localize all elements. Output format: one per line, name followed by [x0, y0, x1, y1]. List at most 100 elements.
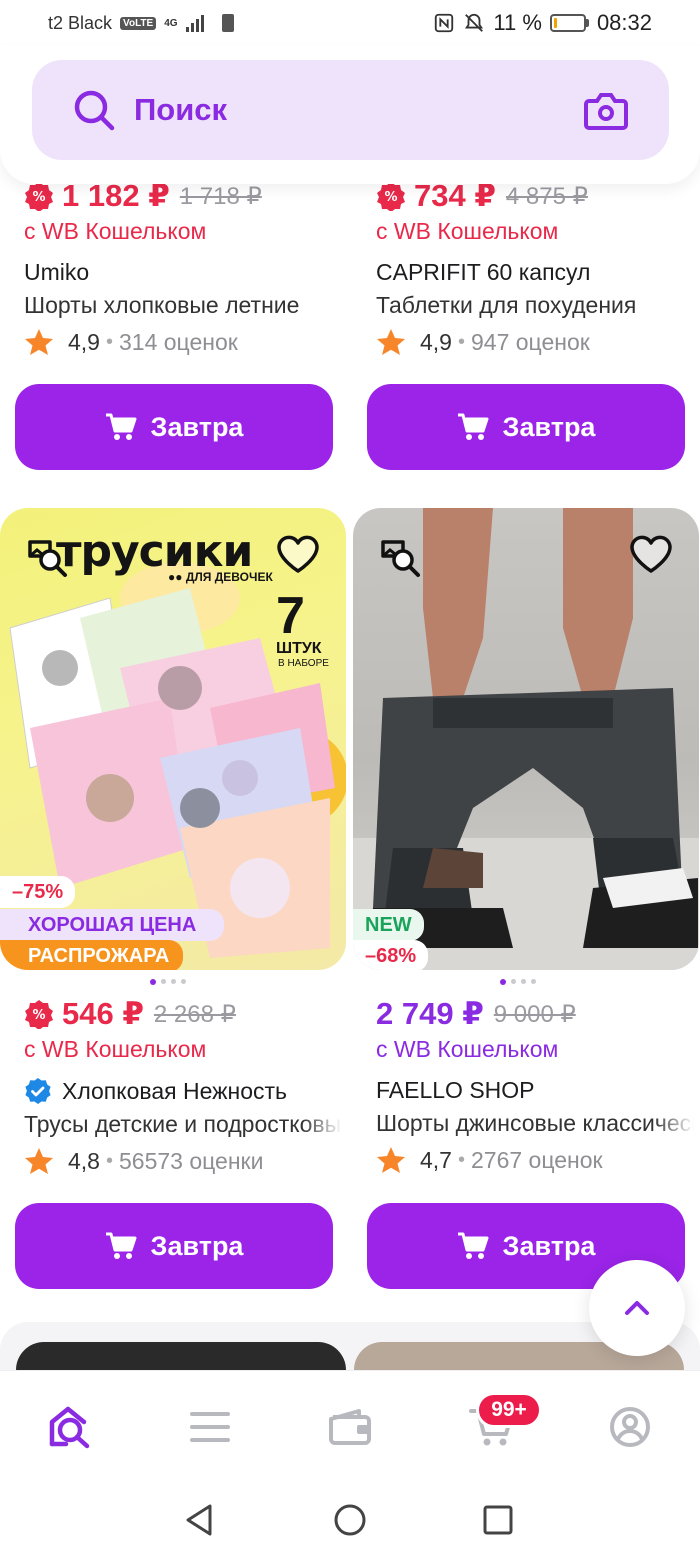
- nav-catalog[interactable]: [186, 1403, 234, 1451]
- rating-separator: •: [105, 1149, 113, 1172]
- similar-search-icon[interactable]: [379, 536, 421, 578]
- rating: 4,8 • 56573 оценки: [24, 1146, 342, 1176]
- battery-icon: [549, 14, 589, 32]
- cart-count-badge: 99+: [476, 1392, 542, 1428]
- good-price-tag: ХОРОШАЯ ЦЕНА: [0, 909, 225, 941]
- add-to-cart-button[interactable]: Завтра: [15, 1203, 333, 1289]
- mute-icon: [465, 13, 484, 32]
- home-circle-icon[interactable]: [332, 1502, 368, 1538]
- rating-separator: •: [457, 330, 465, 353]
- favorite-heart-icon[interactable]: [276, 534, 320, 574]
- battery-alert-icon: [221, 14, 234, 32]
- favorite-heart-icon[interactable]: [629, 534, 673, 574]
- brand-text: FAELLO SHOP: [376, 1077, 535, 1103]
- add-to-cart-button[interactable]: Завтра: [367, 384, 685, 470]
- network-type: 4G: [164, 17, 178, 29]
- brand-text: Umiko: [24, 259, 90, 285]
- svg-text:%: %: [32, 1008, 45, 1023]
- brand-text: Хлопковая Нежность: [62, 1077, 288, 1104]
- svg-text:%: %: [384, 190, 397, 205]
- rating-value: 4,9: [420, 328, 452, 355]
- star-icon: [25, 329, 53, 355]
- image-pager: [150, 979, 186, 985]
- rating: 4,9 • 947 оценок: [376, 327, 694, 357]
- wallet-icon: [329, 1409, 371, 1445]
- nav-profile[interactable]: [606, 1403, 654, 1451]
- rating-value: 4,8: [68, 1147, 100, 1174]
- recents-icon[interactable]: [480, 1502, 516, 1538]
- scroll-to-top-button[interactable]: [589, 1260, 685, 1356]
- reviews-count: 2767 оценок: [471, 1146, 603, 1173]
- rating: 4,9 • 314 оценок: [24, 327, 342, 357]
- status-bar: t2 Black VoLTE 4G 11 % 08:32: [0, 0, 700, 46]
- search-placeholder: Поиск: [134, 92, 228, 127]
- nfc-icon: [435, 13, 454, 33]
- old-price: 9 000 ₽: [493, 1000, 576, 1028]
- profile-icon: [610, 1407, 650, 1447]
- system-navigation: [0, 1488, 700, 1556]
- discount-badge-icon: %: [25, 1000, 53, 1029]
- product-card-1[interactable]: % 1 182 ₽ 1 718 ₽ с WB Кошельком Umiko Ш…: [24, 176, 342, 357]
- price-row: 2 749 ₽ 9 000 ₽: [376, 994, 694, 1034]
- product-image-3[interactable]: трусики ●● ДЛЯ ДЕВОЧЕК 7 ШТУК В НАБОРЕ –…: [0, 508, 346, 970]
- button-label: Завтра: [150, 1230, 244, 1261]
- product-title: Шорты джинсовые классические: [376, 1110, 694, 1137]
- brand-text: CAPRIFIT 60 капсул: [376, 259, 591, 285]
- image-count-sub: В НАБОРЕ: [278, 658, 329, 669]
- nav-wallet[interactable]: [326, 1403, 374, 1451]
- current-price: 546 ₽: [62, 996, 144, 1031]
- rating-separator: •: [105, 330, 113, 353]
- rating-separator: •: [457, 1148, 465, 1171]
- bottom-navigation: 99+: [0, 1370, 700, 1488]
- search-input[interactable]: Поиск: [32, 60, 669, 160]
- cart-icon: [457, 413, 489, 440]
- rating-value: 4,7: [420, 1146, 452, 1173]
- old-price: 2 268 ₽: [153, 1000, 236, 1028]
- image-count: 7: [276, 587, 305, 645]
- image-count-label: ШТУК: [276, 640, 322, 657]
- similar-search-icon[interactable]: [26, 536, 68, 578]
- brand-name: Хлопковая Нежность: [24, 1077, 342, 1105]
- product-image-4[interactable]: NEW –68%: [353, 508, 699, 970]
- product-title: Трусы детские и подростковые: [24, 1111, 342, 1138]
- product-title: Таблетки для похудения: [376, 292, 694, 319]
- status-left: t2 Black VoLTE 4G: [48, 13, 234, 34]
- current-price: 2 749 ₽: [376, 996, 484, 1031]
- wallet-note: с WB Кошельком: [376, 218, 559, 244]
- old-price: 1 718 ₽: [179, 182, 262, 210]
- search-icon: [74, 90, 115, 131]
- camera-icon[interactable]: [583, 89, 629, 131]
- nav-home[interactable]: [46, 1403, 94, 1451]
- wallet-note: с WB Кошельком: [24, 218, 207, 244]
- button-label: Завтра: [150, 411, 244, 442]
- status-right: 11 % 08:32: [433, 10, 652, 36]
- home-icon: [49, 1406, 90, 1449]
- rating: 4,7 • 2767 оценок: [376, 1145, 694, 1175]
- add-to-cart-button[interactable]: Завтра: [15, 384, 333, 470]
- brand-name: Umiko: [24, 259, 342, 286]
- cart-icon: [105, 413, 137, 440]
- product-title: Шорты хлопковые летние: [24, 292, 342, 319]
- product-card-4[interactable]: 2 749 ₽ 9 000 ₽ с WB Кошельком FAELLO SH…: [376, 994, 694, 1175]
- discount-badge-icon: %: [25, 182, 53, 211]
- wallet-note: с WB Кошельком: [376, 1036, 559, 1062]
- image-pager: [500, 979, 536, 985]
- price-row: % 546 ₽ 2 268 ₽: [24, 994, 342, 1034]
- discount-tag: –75%: [0, 876, 76, 908]
- image-subtitle: ●● ДЛЯ ДЕВОЧЕК: [168, 570, 273, 584]
- star-icon: [25, 1148, 53, 1174]
- svg-text:%: %: [32, 190, 45, 205]
- button-label: Завтра: [502, 411, 596, 442]
- signal-icon: [185, 14, 204, 32]
- discount-tag: –68%: [353, 940, 429, 970]
- button-label: Завтра: [502, 1230, 596, 1261]
- cart-icon: [457, 1232, 489, 1259]
- wallet-note: с WB Кошельком: [24, 1036, 207, 1062]
- back-icon[interactable]: [182, 1502, 218, 1538]
- product-card-2[interactable]: % 734 ₽ 4 875 ₽ с WB Кошельком CAPRIFIT …: [376, 176, 694, 357]
- volte-badge: VoLTE: [120, 16, 157, 30]
- cart-icon: [105, 1232, 137, 1259]
- catalog-icon: [190, 1412, 230, 1442]
- star-icon: [377, 329, 405, 355]
- product-card-3[interactable]: % 546 ₽ 2 268 ₽ с WB Кошельком Хлопковая…: [24, 994, 342, 1176]
